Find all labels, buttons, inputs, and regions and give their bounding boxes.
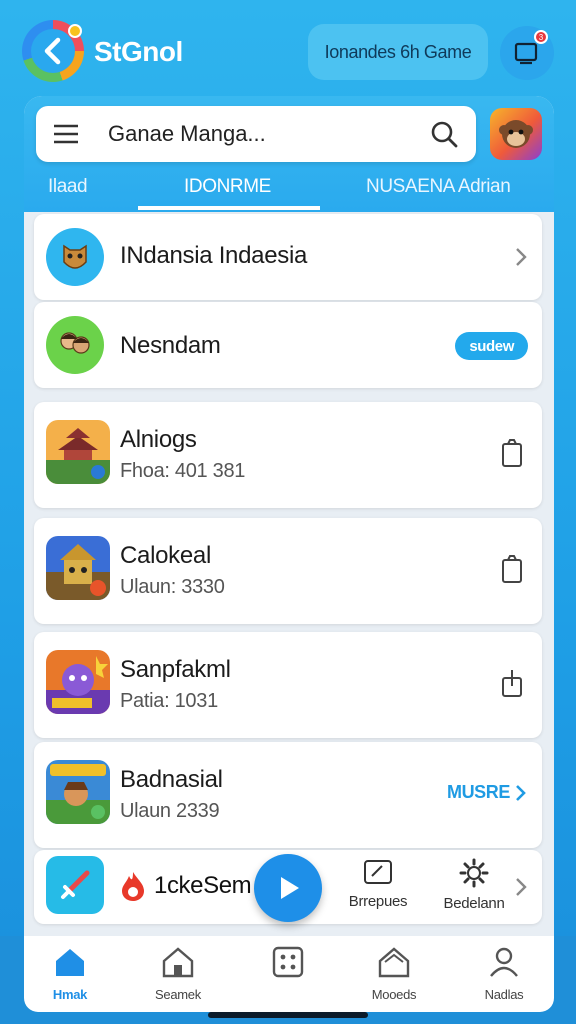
game-name: Alniogs xyxy=(120,426,197,453)
nav-modes-label: Mooeds xyxy=(371,987,417,1002)
main-panel: Ilaad IDONRME NUSAENA Adrian INdansia In… xyxy=(24,96,554,976)
edit-action-label: Brrepues xyxy=(348,893,408,910)
game-pill-button[interactable]: Ionandes 6h Game xyxy=(308,24,488,80)
home-indicator xyxy=(208,1012,368,1018)
search-bar xyxy=(36,106,476,162)
mask-icon xyxy=(46,228,104,286)
settings-action-button[interactable]: Bedelann xyxy=(434,858,514,912)
building-icon xyxy=(378,947,410,978)
quick-label: 1ckeSem xyxy=(154,872,252,899)
tab-ilaad[interactable]: Ilaad xyxy=(48,176,88,198)
category-label: INdansia Indaesia xyxy=(120,242,308,269)
bottom-nav-bar: Hmak Seamek Mooeds Nadlas xyxy=(24,936,554,1012)
tab-idonrme[interactable]: IDONRME xyxy=(184,176,271,198)
category-row[interactable]: Nesndam sudew xyxy=(34,302,542,388)
home-icon xyxy=(56,949,84,976)
active-tab-indicator xyxy=(138,206,320,210)
more-link[interactable]: MUSRE xyxy=(447,782,528,803)
game-meta: Patia: 1031 xyxy=(120,690,218,712)
nav-grid[interactable] xyxy=(248,946,328,987)
clipboard-icon[interactable] xyxy=(500,554,524,584)
gear-icon xyxy=(459,858,489,888)
notification-badge: 3 xyxy=(534,30,548,44)
back-arrow-icon xyxy=(31,29,75,73)
game-card[interactable]: Sanpfakml Patia: 1031 xyxy=(34,632,542,738)
category-label: Nesndam xyxy=(120,332,221,359)
edit-action-button[interactable]: Brrepues xyxy=(338,858,418,910)
game-meta: Ulaun 2339 xyxy=(120,800,220,822)
play-button[interactable] xyxy=(254,854,322,922)
adventure-game-icon xyxy=(46,760,110,824)
app-title: StGnol xyxy=(94,36,183,67)
nav-profile[interactable]: Nadlas xyxy=(464,946,544,1002)
back-logo-button[interactable] xyxy=(22,20,84,82)
flame-icon xyxy=(122,872,144,901)
bottom-nav: Hmak Seamek Mooeds Nadlas xyxy=(0,936,576,1024)
top-bar: StGnol Ionandes 6h Game 3 xyxy=(0,0,576,100)
temple-game-icon xyxy=(46,420,110,484)
game-card[interactable]: Calokeal Ulaun: 3330 xyxy=(34,518,542,624)
tab-nusaena[interactable]: NUSAENA Adrian xyxy=(366,176,511,198)
nav-profile-label: Nadlas xyxy=(484,987,524,1002)
nav-store[interactable]: Seamek xyxy=(138,946,218,1002)
grid-icon xyxy=(272,946,304,978)
monkey-avatar-icon xyxy=(499,120,533,148)
play-icon xyxy=(281,877,299,899)
game-name: Calokeal xyxy=(120,542,211,569)
game-card[interactable]: Badnasial Ulaun 2339 MUSRE xyxy=(34,742,542,848)
tablet-button[interactable]: 3 xyxy=(500,26,554,80)
share-icon[interactable] xyxy=(500,668,524,698)
nav-home[interactable]: Hmak xyxy=(30,946,110,1002)
panel-header: Ilaad IDONRME NUSAENA Adrian xyxy=(24,96,554,212)
category-row[interactable]: INdansia Indaesia xyxy=(34,214,542,300)
chevron-right-icon xyxy=(516,784,526,801)
search-input[interactable] xyxy=(108,120,418,148)
store-icon xyxy=(162,947,194,978)
tab-bar: Ilaad IDONRME NUSAENA Adrian xyxy=(24,168,554,212)
settings-action-label: Bedelann xyxy=(443,895,505,912)
menu-icon[interactable] xyxy=(52,123,80,145)
clipboard-icon[interactable] xyxy=(500,438,524,468)
characters-icon xyxy=(46,316,104,374)
sword-app-button[interactable] xyxy=(46,856,104,914)
game-meta: Ulaun: 3330 xyxy=(120,576,225,598)
subscribe-badge-button[interactable]: sudew xyxy=(455,332,528,360)
game-card[interactable]: Alniogs Fhoa: 401 381 xyxy=(34,402,542,508)
game-name: Badnasial xyxy=(120,766,223,793)
tablet-icon xyxy=(514,42,538,65)
chevron-right-icon[interactable] xyxy=(514,876,528,898)
game-name: Sanpfakml xyxy=(120,656,231,683)
sword-icon xyxy=(61,870,90,899)
logo-dot xyxy=(68,24,82,38)
game-meta: Fhoa: 401 381 xyxy=(120,460,246,482)
chevron-right-icon xyxy=(516,248,527,266)
search-icon[interactable] xyxy=(430,120,458,148)
user-icon xyxy=(490,947,518,977)
edit-icon xyxy=(364,860,392,884)
nav-home-label: Hmak xyxy=(52,987,88,1002)
game-avatar-button[interactable] xyxy=(490,108,542,160)
nav-store-label: Seamek xyxy=(155,987,201,1002)
nav-modes[interactable]: Mooeds xyxy=(354,946,434,1002)
hero-game-icon xyxy=(46,650,110,714)
more-link-label: MUSRE xyxy=(446,782,510,802)
warrior-game-icon xyxy=(46,536,110,600)
